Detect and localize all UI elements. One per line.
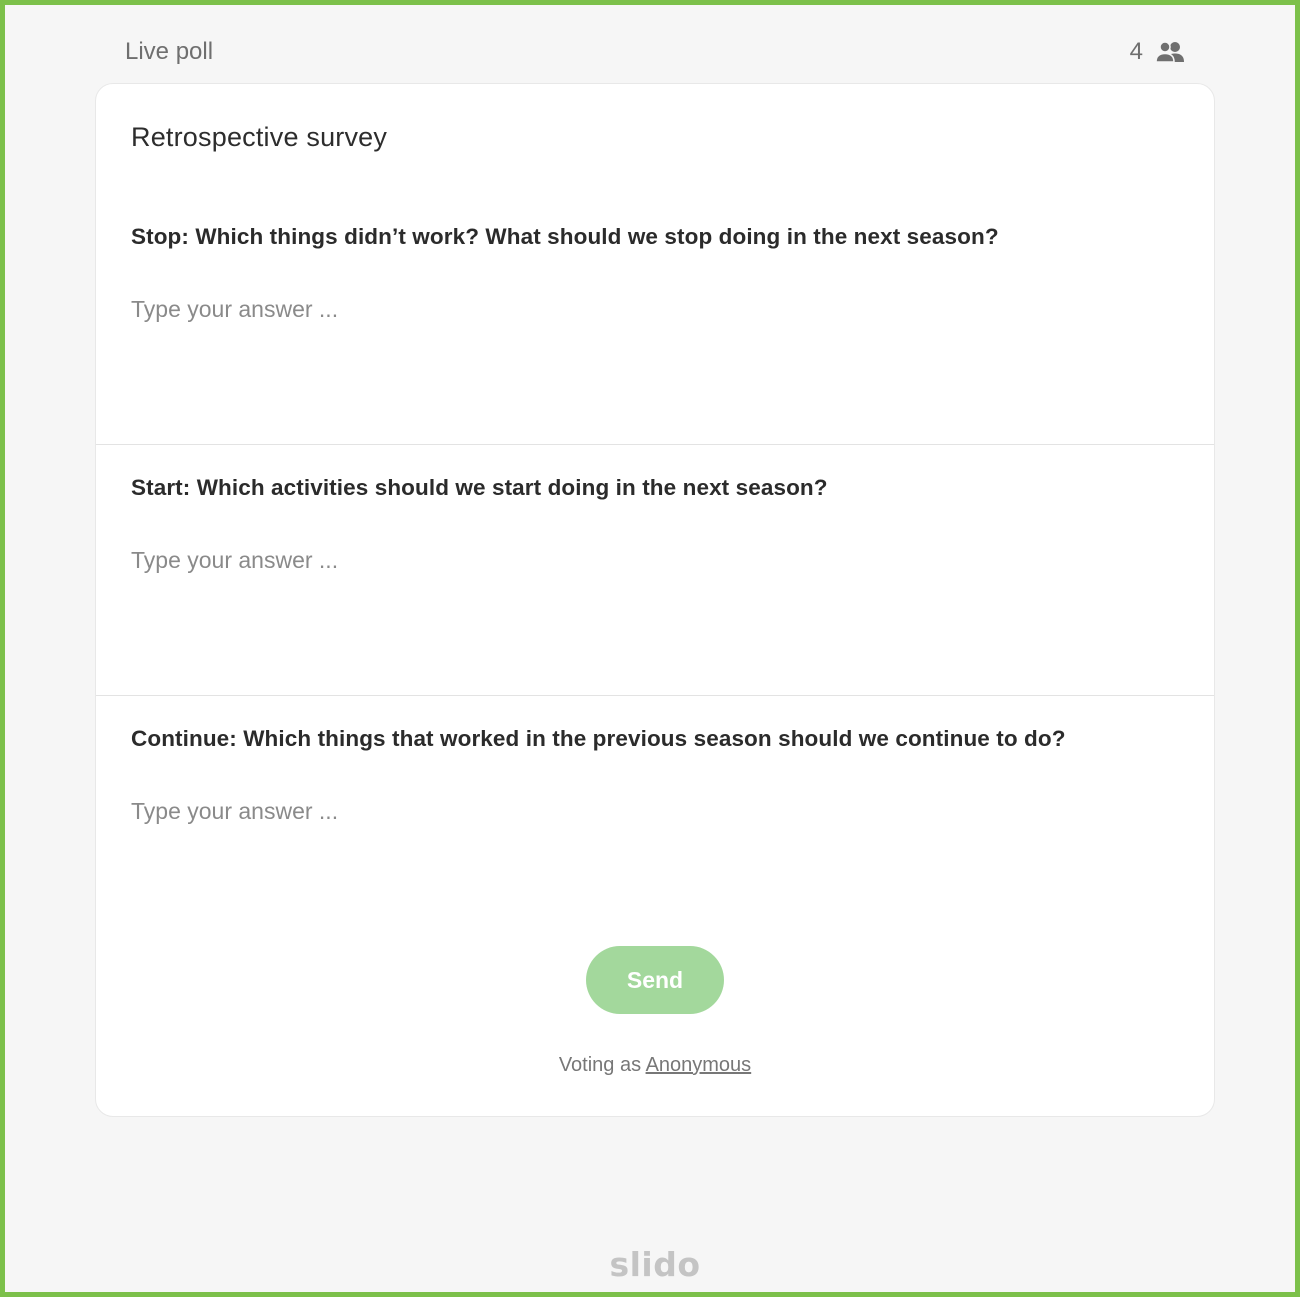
participant-count: 4: [1129, 38, 1143, 65]
divider: [96, 695, 1214, 696]
poll-type-title: Live poll: [125, 38, 214, 65]
slido-logo: slido: [609, 1245, 701, 1284]
survey-card: Retrospective survey Stop: Which things …: [95, 83, 1215, 1117]
participant-counter: 4: [1130, 38, 1185, 66]
top-bar: Live poll 4: [125, 35, 1185, 69]
voting-prefix: Voting as: [558, 1054, 642, 1076]
app-frame: Live poll 4 Retrospective survey Stop: W…: [0, 0, 1300, 1297]
divider: [96, 444, 1214, 445]
people-icon: [1155, 41, 1185, 63]
send-button[interactable]: Send: [586, 946, 724, 1014]
anonymous-link[interactable]: Anonymous: [646, 1054, 752, 1076]
answer-input-continue[interactable]: [131, 794, 1171, 828]
answer-input-start[interactable]: [131, 543, 1171, 577]
question-label: Continue: Which things that worked in th…: [131, 726, 1066, 751]
survey-title: Retrospective survey: [131, 122, 388, 152]
voting-identity: Voting as Anonymous: [96, 1054, 1214, 1077]
question-label: Stop: Which things didn’t work? What sho…: [131, 224, 999, 249]
question-label: Start: Which activities should we start …: [131, 475, 828, 500]
answer-input-stop[interactable]: [131, 292, 1171, 326]
